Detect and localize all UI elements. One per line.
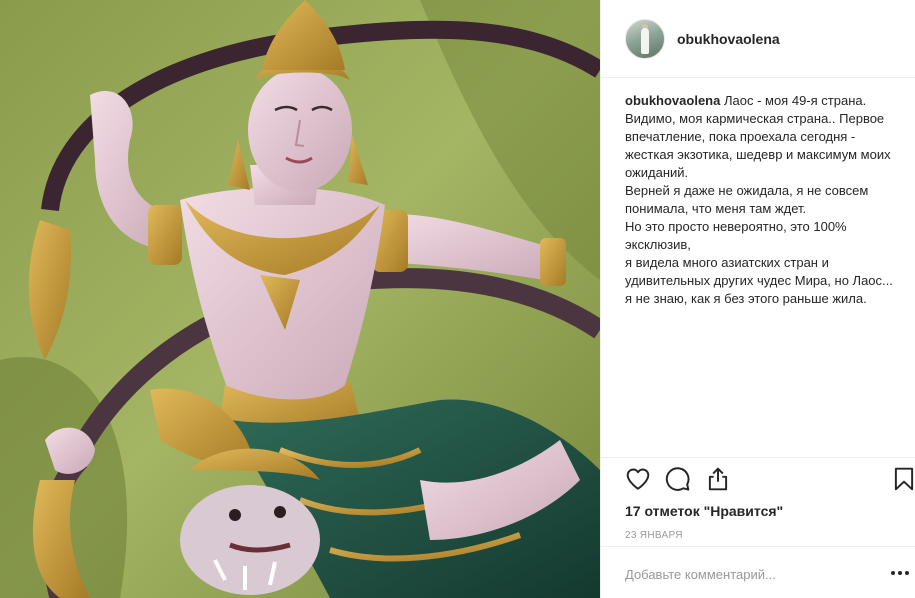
post-actions-area: 17 отметок "Нравится" 23 ЯНВАРЯ: [601, 457, 915, 541]
likes-count[interactable]: 17 отметок "Нравится": [625, 503, 783, 519]
avatar-figure: [641, 27, 649, 54]
avatar-photo[interactable]: [625, 18, 665, 59]
statue-photo: [0, 0, 600, 598]
post-container: obukhovaolena obukhovaolena Лаос - моя 4…: [0, 0, 915, 598]
comment-section: [601, 546, 915, 598]
comment-icon[interactable]: [665, 466, 691, 492]
comment-input[interactable]: [625, 565, 855, 583]
more-options-icon[interactable]: [891, 567, 909, 579]
dot-2: [898, 571, 902, 575]
heart-icon[interactable]: [625, 466, 651, 492]
action-icons: [625, 466, 914, 496]
post-side-panel: obukhovaolena obukhovaolena Лаос - моя 4…: [600, 0, 915, 598]
dot-1: [891, 571, 895, 575]
post-caption: obukhovaolena Лаос - моя 49-я страна. Ви…: [625, 92, 895, 308]
post-date[interactable]: 23 ЯНВАРЯ: [625, 530, 683, 541]
dot-3: [905, 571, 909, 575]
bookmark-icon[interactable]: [891, 466, 915, 492]
caption-author[interactable]: obukhovaolena: [625, 93, 720, 108]
post-photo[interactable]: [0, 0, 600, 598]
caption-text: Лаос - моя 49-я страна. Видимо, моя карм…: [625, 93, 893, 306]
share-icon[interactable]: [705, 466, 731, 492]
post-header: obukhovaolena: [601, 0, 915, 78]
caption-paragraph: obukhovaolena Лаос - моя 49-я страна. Ви…: [625, 92, 895, 308]
username-link[interactable]: obukhovaolena: [677, 31, 780, 47]
